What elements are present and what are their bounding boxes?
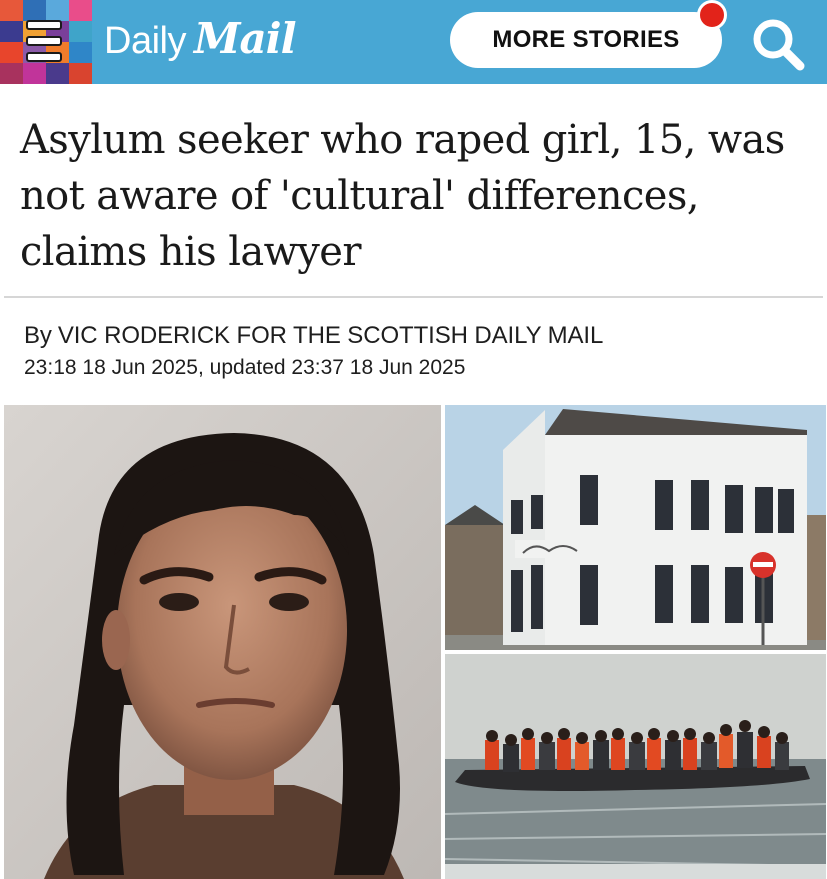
brand-logo[interactable]: Daily Mail — [104, 14, 297, 70]
article-timestamp: 23:18 18 Jun 2025, updated 23:37 18 Jun … — [24, 356, 466, 379]
notification-dot — [697, 0, 727, 30]
search-button[interactable] — [748, 14, 810, 72]
search-icon — [753, 19, 805, 71]
article-headline: Asylum seeker who raped girl, 15, was no… — [20, 117, 785, 275]
building-photo[interactable] — [445, 405, 826, 650]
headline-divider — [4, 296, 823, 298]
byline-author[interactable]: VIC RODERICK FOR THE SCOTTISH DAILY MAIL — [58, 322, 604, 349]
brand-mail-text: Mail — [193, 14, 297, 63]
byline-prefix: By — [24, 322, 52, 349]
more-stories-button[interactable]: MORE STORIES — [450, 12, 722, 68]
menu-button[interactable] — [0, 0, 92, 84]
byline: By VIC RODERICK FOR THE SCOTTISH DAILY MA… — [24, 322, 603, 350]
hamburger-menu-icon — [22, 18, 62, 66]
more-stories-label: MORE STORIES — [492, 26, 680, 53]
suspect-photo[interactable] — [4, 405, 441, 879]
brand-daily-text: Daily — [104, 20, 186, 62]
top-bar: Daily Mail MORE STORIES — [0, 0, 827, 84]
migrant-boat-photo[interactable] — [445, 654, 826, 879]
